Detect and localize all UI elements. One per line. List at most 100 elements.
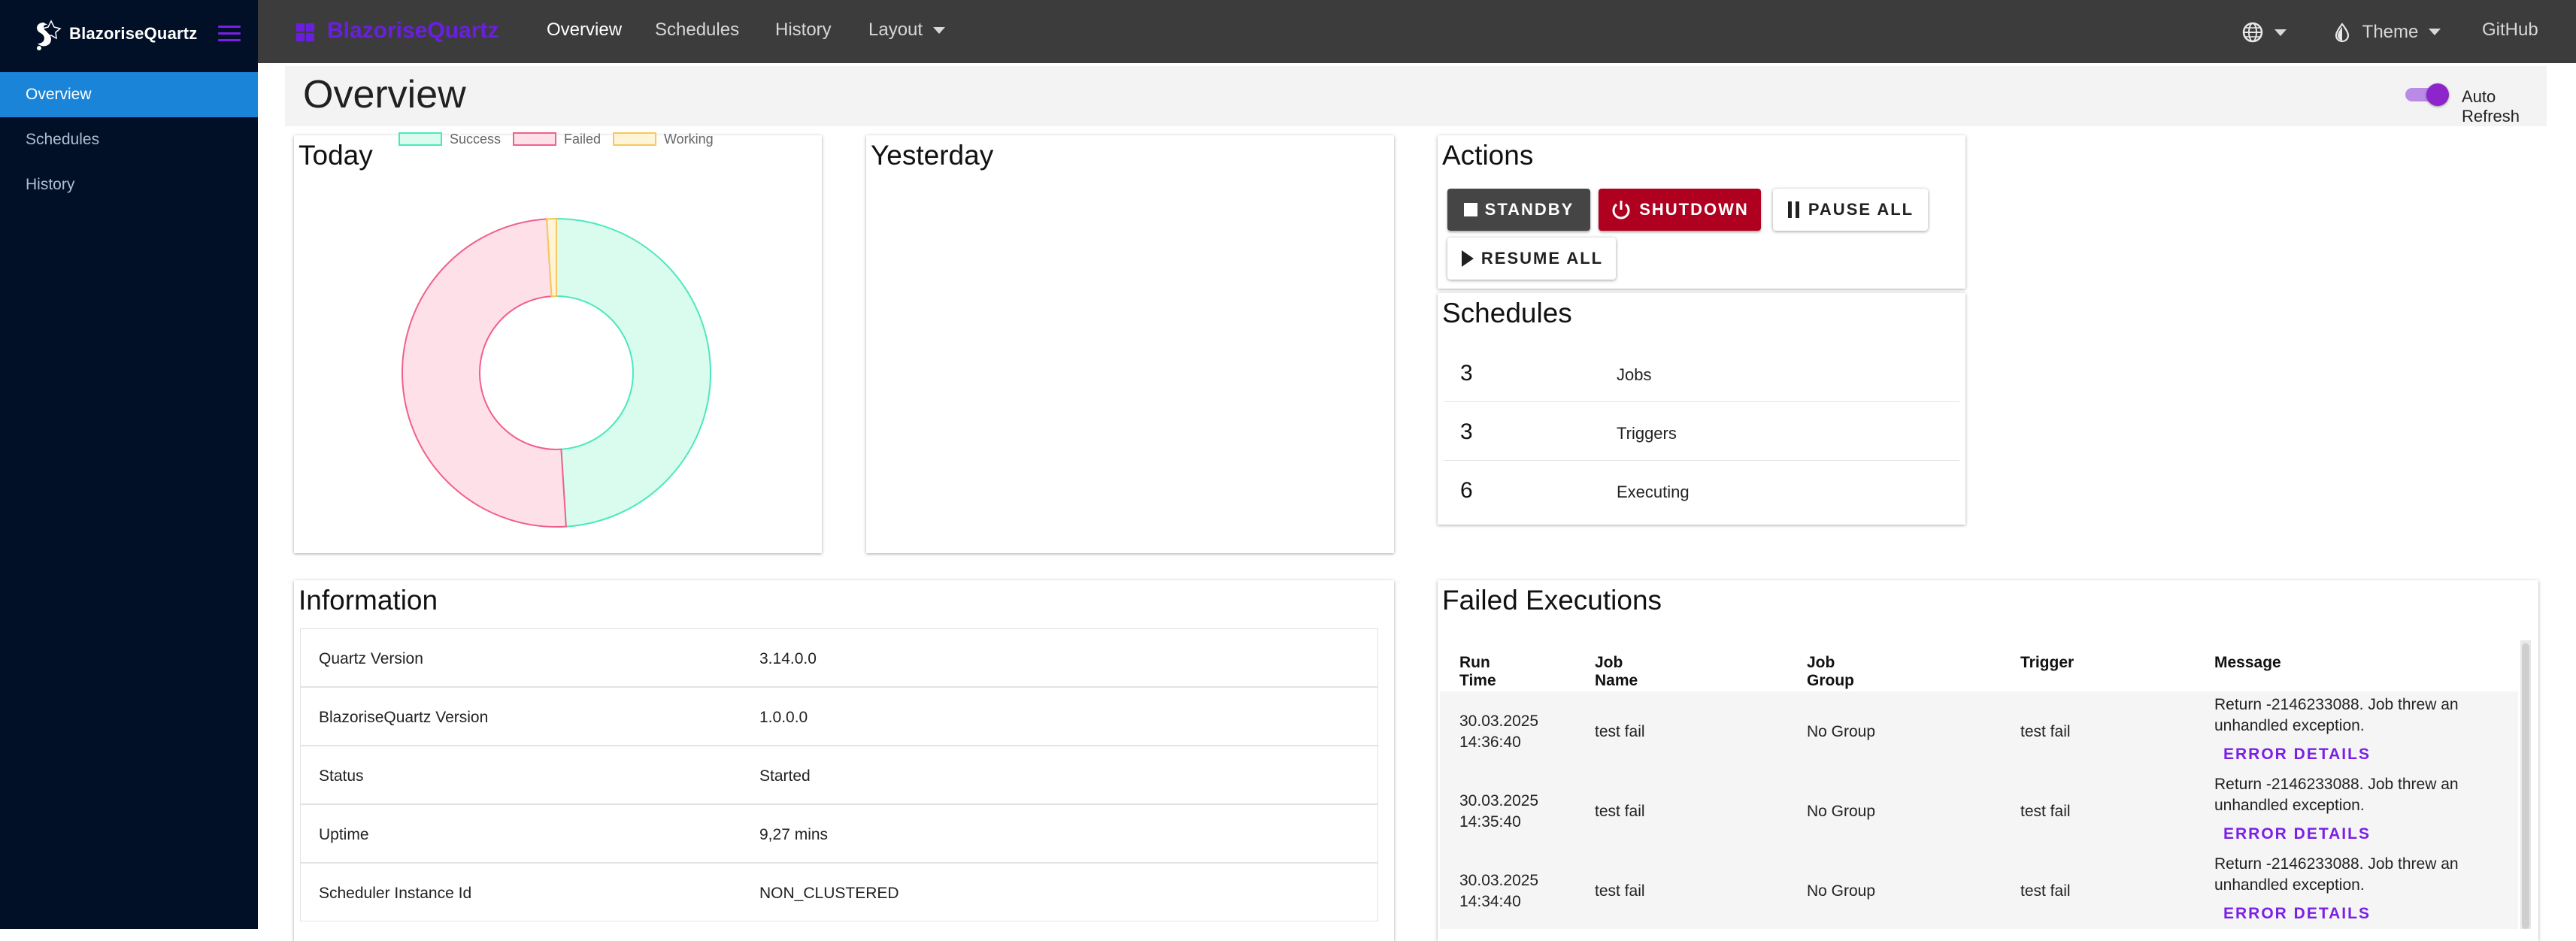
error-details-link[interactable]: ERROR DETAILS [2223, 746, 2371, 764]
legend-label: Failed [564, 131, 602, 147]
yesterday-card: Yesterday [866, 135, 1394, 553]
stat-row-triggers: 3 Triggers [1444, 401, 1959, 461]
cell-trigger: test fail [2020, 882, 2071, 900]
info-value: Started [759, 767, 811, 785]
cell-message-line1: Return -2146233088. Job threw an [2214, 776, 2459, 793]
legend-label: Success [450, 131, 502, 147]
cell-message-line2: unhandled exception. [2214, 797, 2365, 814]
sidebar-item-schedules[interactable]: Schedules [0, 117, 258, 162]
info-key: Status [319, 767, 364, 785]
stat-label: Jobs [1617, 365, 1652, 384]
table-row[interactable]: 30.03.2025 14:34:40 test fail No Group t… [1440, 851, 2518, 929]
sidebar: BlazoriseQuartz Overview Schedules Histo… [0, 0, 258, 929]
globe-icon [2242, 22, 2263, 43]
info-row-uptime: Uptime 9,27 mins [300, 804, 1378, 863]
pause-all-label: PAUSE ALL [1808, 200, 1914, 219]
sidebar-item-label: Schedules [26, 131, 100, 148]
cell-message-line1: Return -2146233088. Job threw an [2214, 696, 2459, 713]
resume-all-label: RESUME ALL [1480, 249, 1604, 268]
cell-run-time: 14:34:40 [1459, 893, 1521, 910]
column-header-run-time[interactable]: Run Time [1459, 654, 1496, 690]
stat-value: 3 [1460, 419, 1473, 444]
cell-job-name: test fail [1595, 723, 1645, 740]
theme-dropdown[interactable]: Theme [2333, 21, 2441, 43]
cell-run-time: 14:36:40 [1459, 734, 1521, 751]
info-value: NON_CLUSTERED [759, 885, 899, 902]
stat-label: Triggers [1617, 424, 1677, 443]
column-header-job-name[interactable]: Job Name [1595, 654, 1638, 690]
column-header-job-group[interactable]: Job Group [1807, 654, 1854, 690]
nav-history[interactable]: History [775, 20, 832, 41]
standby-button[interactable]: STANDBY [1447, 189, 1590, 231]
menu-toggle-icon[interactable] [218, 26, 241, 44]
today-title: Today [299, 140, 373, 171]
cell-job-group: No Group [1807, 803, 1876, 820]
column-header-message[interactable]: Message [2214, 654, 2281, 672]
cell-message-line1: Return -2146233088. Job threw an [2214, 855, 2459, 873]
cell-run-date: 30.03.2025 [1459, 713, 1539, 730]
table-row[interactable]: 30.03.2025 14:36:40 test fail No Group t… [1440, 691, 2518, 772]
app-logo-icon [296, 23, 314, 41]
power-icon [1611, 199, 1632, 220]
table-scrollbar[interactable] [2520, 640, 2531, 929]
info-value: 3.14.0.0 [759, 650, 817, 667]
today-donut-chart [401, 218, 711, 528]
stat-row-executing: 6 Executing [1444, 460, 1959, 519]
legend-item-working[interactable]: Working [613, 131, 714, 147]
page-title: Overview [303, 73, 466, 116]
chevron-down-icon [2429, 29, 2441, 36]
sidebar-item-label: Overview [26, 86, 92, 103]
column-header-trigger[interactable]: Trigger [2020, 654, 2074, 672]
legend-swatch [613, 132, 656, 146]
cell-job-name: test fail [1595, 882, 1645, 900]
sidebar-item-history[interactable]: History [0, 162, 258, 207]
sidebar-item-label: History [26, 176, 75, 193]
slice-failed[interactable] [401, 218, 567, 528]
stop-icon [1463, 203, 1477, 216]
legend-label: Working [664, 131, 714, 147]
quartz-logo-icon [37, 20, 62, 50]
resume-all-button[interactable]: RESUME ALL [1447, 238, 1616, 280]
shutdown-button[interactable]: SHUTDOWN [1599, 189, 1761, 231]
cell-run-date: 30.03.2025 [1459, 872, 1539, 889]
sidebar-item-overview[interactable]: Overview [0, 72, 258, 117]
schedules-title: Schedules [1442, 298, 1572, 328]
info-row-instance-id: Scheduler Instance Id NON_CLUSTERED [300, 863, 1378, 921]
legend-swatch [513, 132, 556, 146]
auto-refresh-toggle[interactable] [2405, 83, 2449, 106]
nav-layout-dropdown[interactable]: Layout [868, 20, 946, 41]
chevron-down-icon [933, 27, 946, 35]
pause-all-button[interactable]: PAUSE ALL [1773, 189, 1928, 231]
cell-job-name: test fail [1595, 803, 1645, 820]
github-link[interactable]: GitHub [2482, 20, 2538, 41]
info-key: Uptime [319, 826, 369, 843]
slice-success[interactable] [556, 218, 711, 528]
info-key: Scheduler Instance Id [319, 885, 472, 902]
nav-overview[interactable]: Overview [547, 20, 622, 41]
page-header: Overview Auto Refresh [285, 66, 2547, 126]
legend-item-success[interactable]: Success [399, 131, 501, 147]
sidebar-brand[interactable]: BlazoriseQuartz [0, 0, 258, 71]
stat-value: 6 [1460, 478, 1473, 503]
cell-message-line2: unhandled exception. [2214, 876, 2365, 894]
pause-icon [1787, 201, 1801, 218]
yesterday-title: Yesterday [871, 140, 994, 171]
stat-value: 3 [1460, 361, 1473, 386]
language-dropdown[interactable] [2241, 21, 2287, 44]
information-card: Information Quartz Version 3.14.0.0 Blaz… [294, 580, 1394, 941]
info-key: Quartz Version [319, 650, 423, 667]
stat-label: Executing [1617, 483, 1690, 501]
navbar-brand-title[interactable]: BlazoriseQuartz [327, 18, 499, 44]
error-details-link[interactable]: ERROR DETAILS [2223, 905, 2371, 923]
nav-schedules[interactable]: Schedules [655, 20, 739, 41]
table-row[interactable]: 30.03.2025 14:35:40 test fail No Group t… [1440, 771, 2518, 852]
information-title: Information [299, 585, 438, 616]
legend-item-failed[interactable]: Failed [513, 131, 601, 147]
cell-run-time: 14:35:40 [1459, 813, 1521, 831]
auto-refresh-label: Auto Refresh [2462, 87, 2520, 126]
info-value: 9,27 mins [759, 826, 829, 843]
scrollbar-thumb[interactable] [2522, 643, 2529, 929]
brand-name: BlazoriseQuartz [69, 24, 198, 43]
error-details-link[interactable]: ERROR DETAILS [2223, 825, 2371, 843]
stat-row-jobs: 3 Jobs [1444, 343, 1959, 402]
